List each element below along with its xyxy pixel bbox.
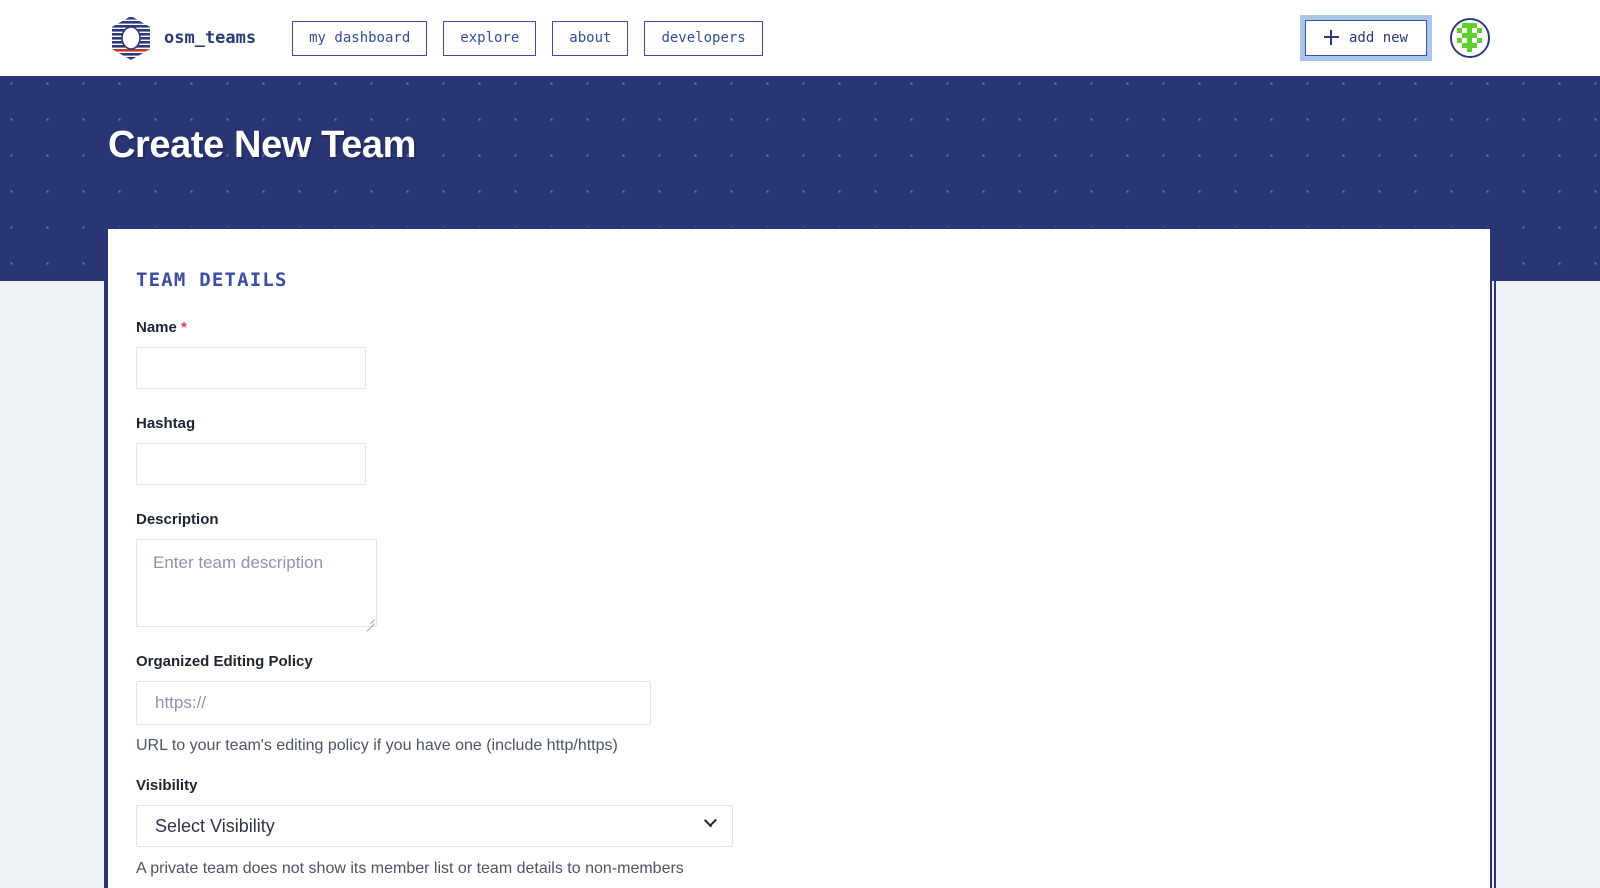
field-visibility: Visibility Select Visibility A private t… — [136, 777, 1490, 878]
page-title: Create New Team — [108, 124, 416, 166]
main-nav: my dashboard explore about developers — [292, 20, 763, 56]
visibility-select[interactable]: Select Visibility — [136, 805, 733, 847]
field-description: Description — [136, 511, 1490, 627]
label-name: Name * — [136, 319, 1490, 336]
add-new-button[interactable]: add new — [1304, 20, 1427, 56]
brand-name: osm_teams — [164, 28, 257, 48]
description-textarea-wrap — [136, 539, 377, 627]
label-description: Description — [136, 511, 219, 528]
nav-my-dashboard[interactable]: my dashboard — [292, 20, 428, 56]
visibility-help: A private team does not show its member … — [136, 860, 684, 877]
visibility-select-wrap: Select Visibility — [136, 805, 733, 847]
field-editing-policy: Organized Editing Policy URL to your tea… — [136, 653, 1490, 755]
name-input[interactable] — [136, 347, 366, 389]
visibility-selected-value: Select Visibility — [155, 815, 275, 836]
card-right-rail — [1494, 281, 1496, 888]
label-editing-policy: Organized Editing Policy — [136, 653, 313, 670]
add-new-button-ring: add new — [1299, 15, 1432, 61]
hashtag-input[interactable] — [136, 443, 366, 485]
section-title-team-details: TEAM DETAILS — [136, 269, 288, 291]
label-hashtag: Hashtag — [136, 415, 196, 432]
site-header: osm_teams my dashboard explore about dev… — [0, 0, 1600, 76]
label-visibility: Visibility — [136, 777, 198, 794]
nav-developers[interactable]: developers — [644, 20, 763, 56]
required-marker: * — [181, 319, 187, 336]
osm-teams-hexagon-logo-icon — [110, 15, 152, 61]
nav-about[interactable]: about — [552, 20, 629, 56]
field-hashtag: Hashtag — [136, 415, 1490, 485]
header-actions: add new — [1299, 15, 1490, 61]
editing-policy-help: URL to your team's editing policy if you… — [136, 737, 618, 754]
nav-explore[interactable]: explore — [443, 20, 537, 56]
add-new-label: add new — [1348, 29, 1408, 46]
team-details-card: TEAM DETAILS Name * Hashtag Description … — [106, 227, 1492, 888]
field-name: Name * — [136, 319, 1490, 389]
brand-logo-link[interactable]: osm_teams — [110, 15, 256, 61]
user-avatar-identicon-icon[interactable] — [1450, 18, 1490, 58]
plus-icon — [1323, 30, 1339, 45]
label-name-text: Name — [136, 319, 177, 336]
editing-policy-input[interactable] — [136, 681, 651, 725]
description-textarea[interactable] — [136, 539, 377, 627]
